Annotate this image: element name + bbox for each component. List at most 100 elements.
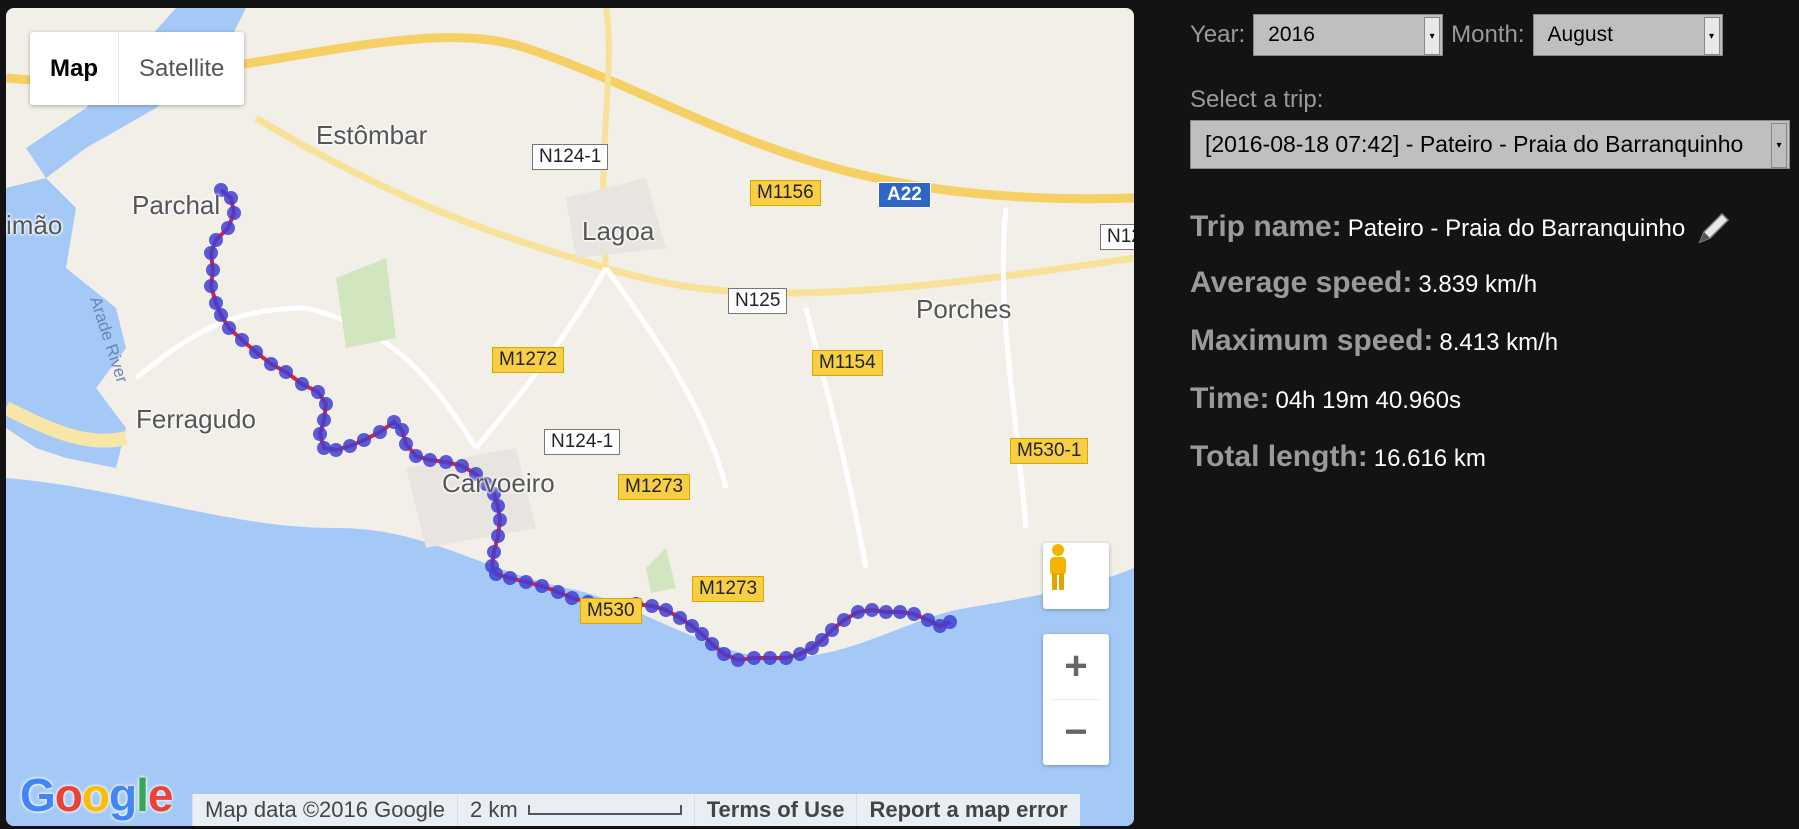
track-point bbox=[209, 233, 223, 247]
track-point bbox=[214, 308, 228, 322]
track-point bbox=[204, 246, 218, 260]
track-point bbox=[295, 377, 309, 391]
road-label: M1273 bbox=[618, 474, 691, 500]
track-point bbox=[209, 296, 223, 310]
track-point bbox=[235, 333, 249, 347]
place-porches: Porches bbox=[916, 294, 1012, 324]
trip-select[interactable]: [2016-08-18 07:42] - Pateiro - Praia do … bbox=[1190, 120, 1790, 169]
zoom-control: + − bbox=[1043, 634, 1109, 765]
track-point bbox=[921, 613, 935, 627]
track-point bbox=[493, 513, 507, 527]
track-point bbox=[264, 357, 278, 371]
track-point bbox=[313, 427, 327, 441]
report-map-error-link[interactable]: Report a map error bbox=[856, 794, 1079, 826]
road-label: M530-1 bbox=[1010, 438, 1089, 464]
track-point bbox=[311, 385, 325, 399]
place-carvoeiro: Carvoeiro bbox=[442, 468, 555, 498]
track-point bbox=[409, 449, 423, 463]
month-select[interactable]: August ▾ bbox=[1532, 14, 1723, 56]
track-point bbox=[793, 647, 807, 661]
road-label: N12 bbox=[1100, 224, 1134, 250]
total-length-value: 16.616 km bbox=[1373, 445, 1486, 472]
track-point bbox=[279, 365, 293, 379]
track-point bbox=[731, 653, 745, 667]
map-type-map-button[interactable]: Map bbox=[30, 32, 118, 105]
select-trip-label: Select a trip: bbox=[1190, 86, 1324, 113]
map-type-satellite-button[interactable]: Satellite bbox=[118, 32, 244, 105]
track-point bbox=[489, 567, 503, 581]
map-data-text: Map data ©2016 Google bbox=[192, 794, 457, 826]
trip-name-value: Pateiro - Praia do Barranquinho bbox=[1347, 215, 1686, 242]
track-point bbox=[695, 627, 709, 641]
place-portimao: imão bbox=[6, 210, 63, 240]
track-point bbox=[565, 591, 579, 605]
track-point bbox=[851, 605, 865, 619]
track-point bbox=[487, 545, 501, 559]
year-select[interactable]: 2016 ▾ bbox=[1253, 14, 1444, 56]
track-point bbox=[551, 585, 565, 599]
track-point bbox=[943, 615, 957, 629]
chevron-down-icon: ▾ bbox=[1703, 17, 1720, 55]
track-point bbox=[717, 647, 731, 661]
year-label: Year: bbox=[1190, 21, 1246, 48]
track-point bbox=[815, 633, 829, 647]
road-label: M1156 bbox=[750, 180, 821, 206]
track-point bbox=[319, 397, 333, 411]
place-lagoa: Lagoa bbox=[582, 216, 655, 246]
track-point bbox=[206, 263, 220, 277]
time-value: 04h 19m 40.960s bbox=[1275, 387, 1461, 414]
road-label: N124-1 bbox=[532, 144, 609, 170]
track-point bbox=[645, 599, 659, 613]
place-estombar: Estômbar bbox=[316, 120, 428, 150]
track-point bbox=[865, 603, 879, 617]
track-point bbox=[879, 605, 893, 619]
scale-control[interactable]: 2 km bbox=[457, 794, 694, 826]
track-point bbox=[659, 603, 673, 617]
chevron-down-icon: ▾ bbox=[1424, 17, 1441, 55]
maximum-speed-value: 8.413 km/h bbox=[1439, 329, 1559, 356]
track-point bbox=[907, 607, 921, 621]
time-row: Time: 04h 19m 40.960s bbox=[1190, 382, 1461, 416]
track-point bbox=[705, 637, 719, 651]
track-point bbox=[227, 206, 241, 220]
road-label: N125 bbox=[728, 288, 788, 314]
street-view-pegman-icon[interactable] bbox=[1043, 543, 1109, 609]
trip-name-row: Trip name: Pateiro - Praia do Barranquinh… bbox=[1190, 210, 1732, 253]
road-label: M1273 bbox=[692, 576, 765, 602]
track-point bbox=[491, 499, 505, 513]
track-point bbox=[825, 623, 839, 637]
maximum-speed-row: Maximum speed: 8.413 km/h bbox=[1190, 324, 1558, 358]
track-point bbox=[204, 279, 218, 293]
average-speed-label: Average speed: bbox=[1190, 266, 1413, 299]
track-point bbox=[837, 613, 851, 627]
track-point bbox=[317, 413, 331, 427]
average-speed-row: Average speed: 3.839 km/h bbox=[1190, 266, 1537, 300]
time-label: Time: bbox=[1190, 382, 1270, 415]
track-point bbox=[329, 443, 343, 457]
place-parchal: Parchal bbox=[132, 190, 221, 220]
map-type-control: Map Satellite bbox=[30, 32, 245, 105]
track-point bbox=[439, 455, 453, 469]
chevron-down-icon: ▾ bbox=[1771, 123, 1787, 168]
track-point bbox=[224, 191, 238, 205]
track-point bbox=[373, 425, 387, 439]
track-point bbox=[763, 651, 777, 665]
place-ferragudo: Ferragudo bbox=[136, 404, 256, 434]
total-length-label: Total length: bbox=[1190, 440, 1368, 473]
track-point bbox=[893, 605, 907, 619]
scale-bar bbox=[527, 805, 682, 815]
zoom-in-button[interactable]: + bbox=[1043, 634, 1109, 699]
track-point bbox=[317, 441, 331, 455]
trip-panel: Year: 2016 ▾ Month: August ▾ Select a trip… bbox=[1180, 0, 1799, 829]
average-speed-value: 3.839 km/h bbox=[1418, 271, 1538, 298]
road-label: N124-1 bbox=[544, 429, 621, 455]
terms-of-use-link[interactable]: Terms of Use bbox=[693, 794, 857, 826]
zoom-out-button[interactable]: − bbox=[1043, 700, 1109, 765]
track-point bbox=[399, 437, 413, 451]
track-point bbox=[395, 423, 409, 437]
map-view[interactable]: Estômbar Parchal imão Lagoa Porches Ferr… bbox=[6, 8, 1134, 826]
track-point bbox=[249, 345, 263, 359]
trip-name-label: Trip name: bbox=[1190, 210, 1342, 243]
track-point bbox=[519, 575, 533, 589]
pencil-icon[interactable] bbox=[1694, 210, 1732, 253]
